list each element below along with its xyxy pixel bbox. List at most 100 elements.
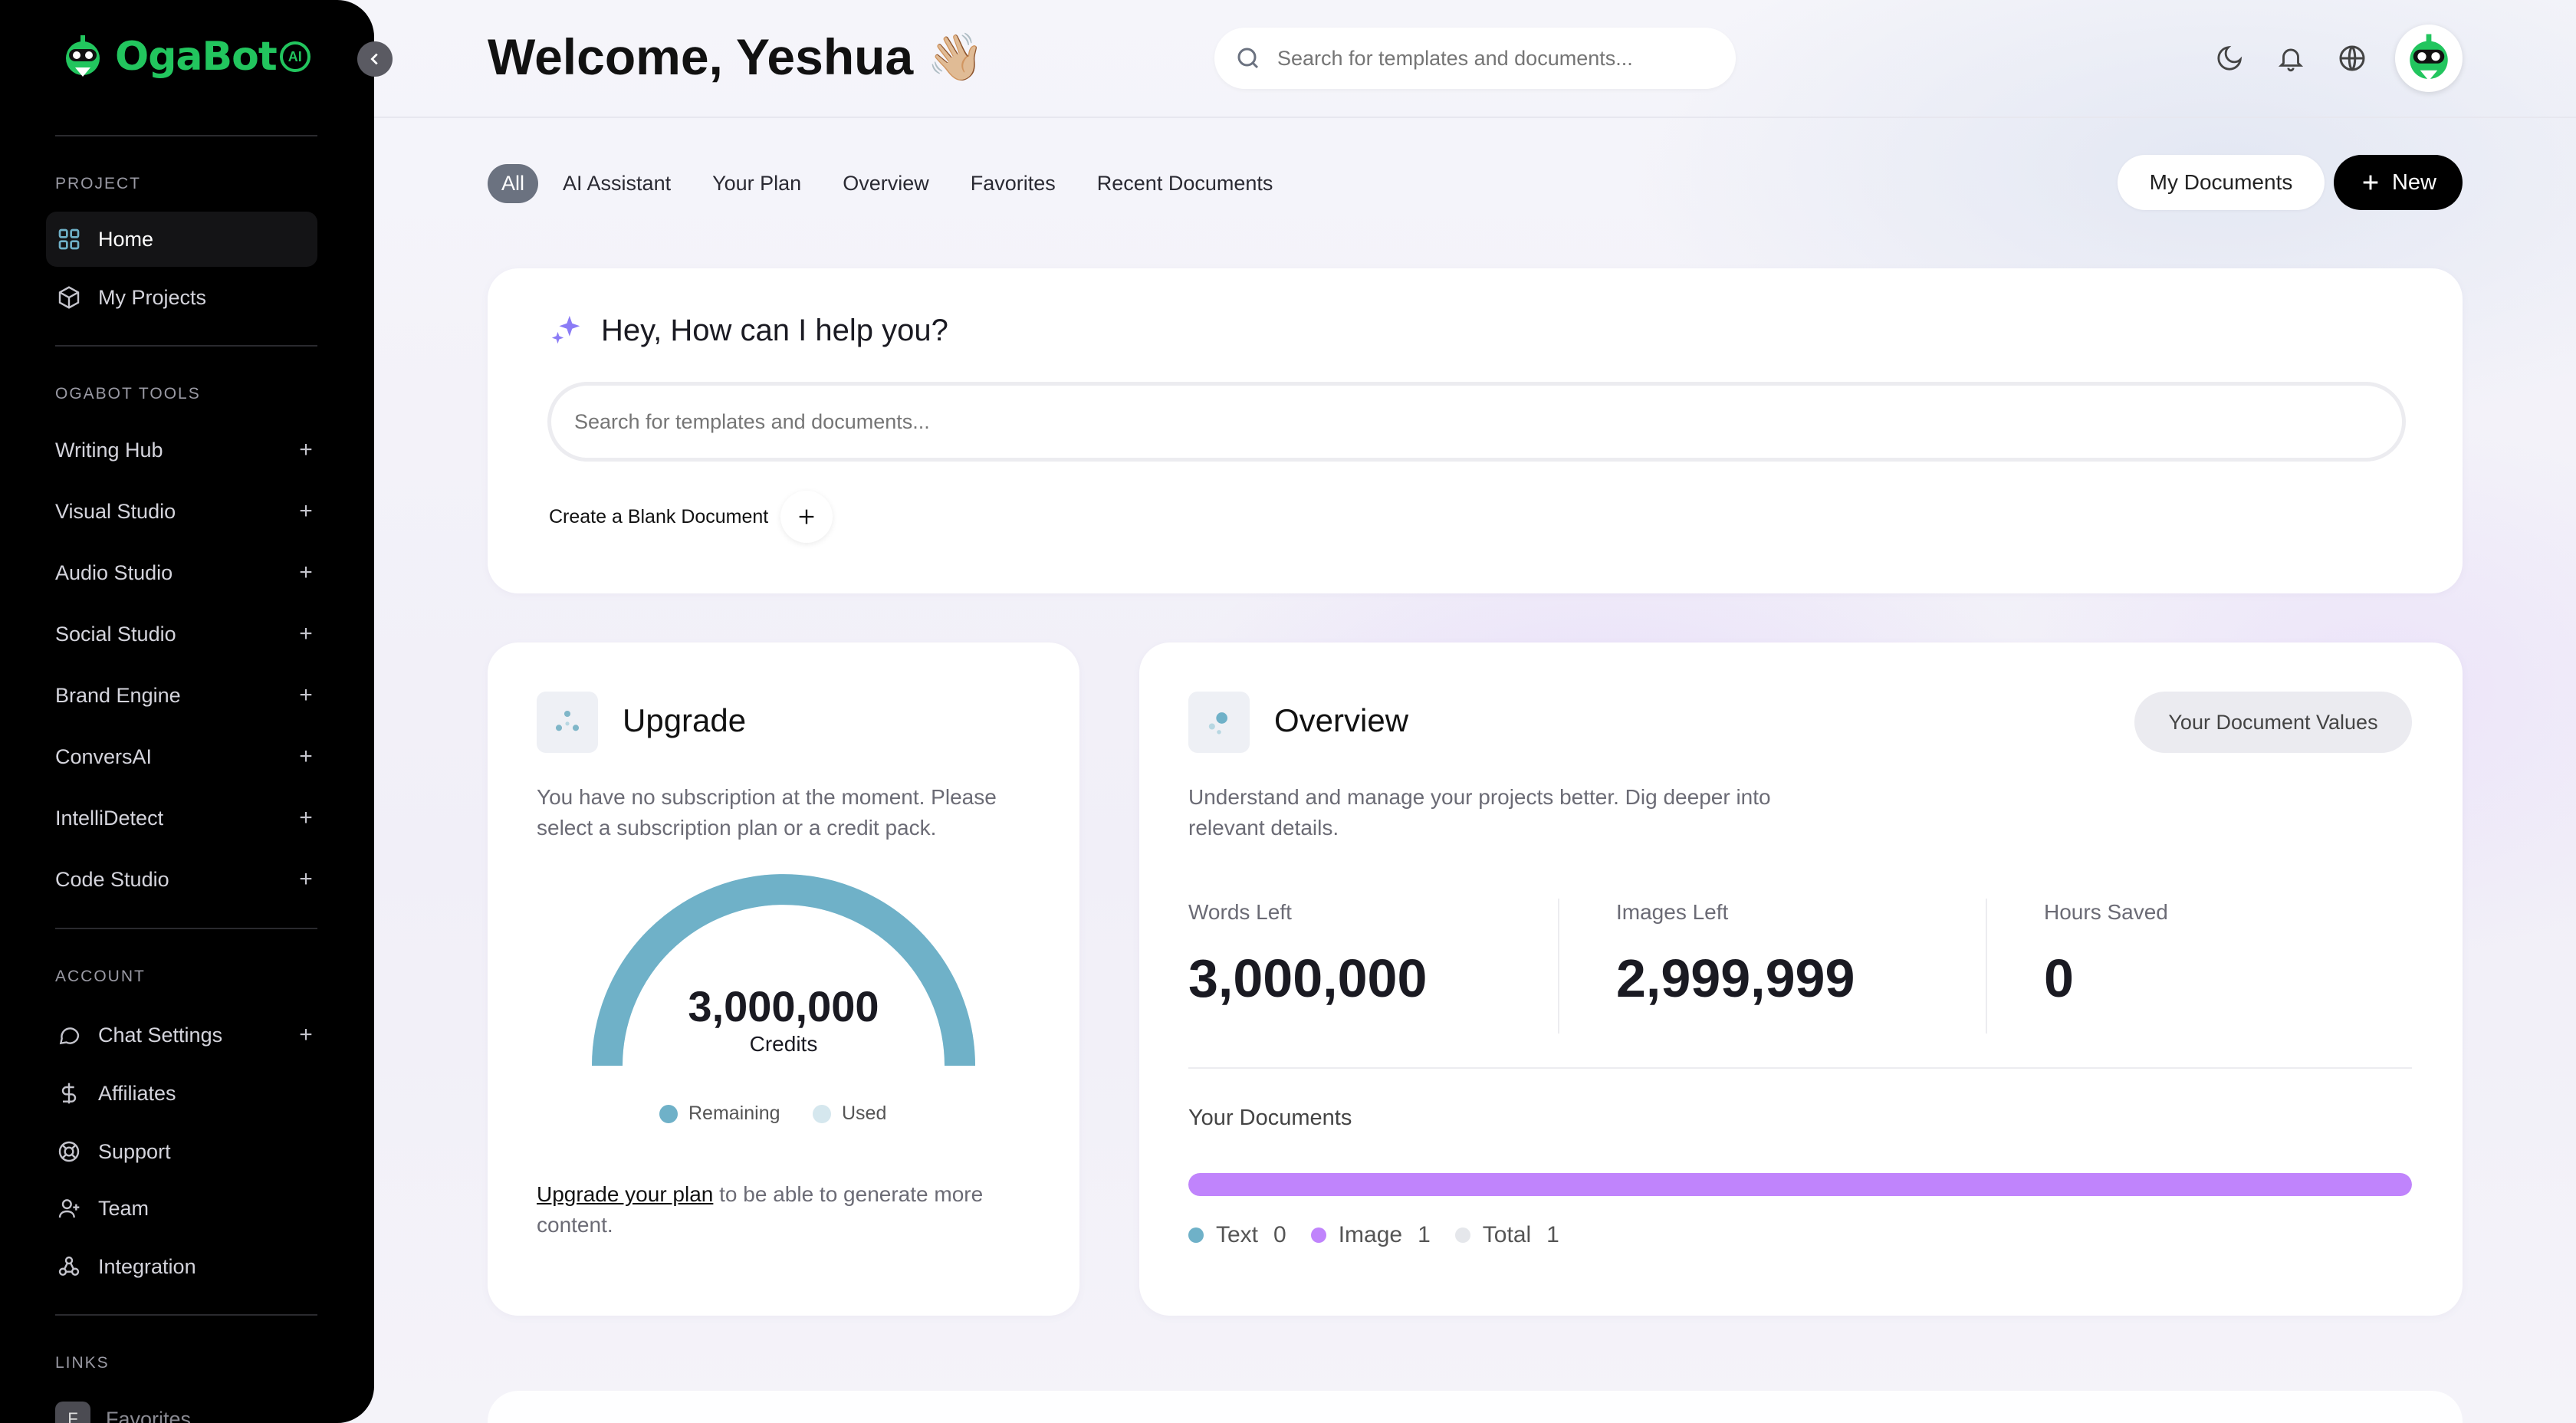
legend-image-count: 1: [1418, 1222, 1431, 1247]
wave-emoji: 👋🏼: [927, 31, 984, 83]
tab-favorites[interactable]: Favorites: [954, 164, 1073, 203]
overview-card: Overview Your Document Values Understand…: [1139, 642, 2463, 1316]
tool-label: Visual Studio: [55, 499, 176, 523]
sparkle-icon: [551, 315, 580, 344]
legend-image: Image 1: [1310, 1222, 1431, 1248]
assistant-search[interactable]: [547, 382, 2406, 462]
legend-text-count: 0: [1273, 1222, 1286, 1247]
create-blank-document-label: Create a Blank Document: [549, 505, 769, 527]
legend-used-label: Used: [842, 1103, 887, 1124]
favorites-badge: F: [55, 1402, 90, 1423]
bubbles-icon: [1208, 712, 1227, 735]
user-plus-icon: [55, 1195, 83, 1222]
plus-icon[interactable]: +: [294, 498, 317, 524]
plus-icon[interactable]: +: [294, 621, 317, 647]
robot-logo-icon: [66, 35, 100, 77]
tool-label: Code Studio: [55, 867, 169, 891]
avatar[interactable]: [2395, 25, 2463, 92]
plus-icon[interactable]: +: [294, 805, 317, 831]
tab-all[interactable]: All: [488, 164, 539, 203]
tool-label: ConversAI: [55, 744, 153, 768]
language-button[interactable]: [2334, 40, 2371, 77]
sidebar-item-support[interactable]: Support: [46, 1124, 317, 1179]
tab-recent-documents[interactable]: Recent Documents: [1080, 164, 1290, 203]
create-blank-document-button[interactable]: [780, 491, 833, 543]
upgrade-note: Upgrade your plan to be able to generate…: [537, 1179, 1058, 1241]
credits-value: 3,000,000: [688, 982, 879, 1030]
assistant-search-input[interactable]: [574, 409, 2338, 434]
sidebar-tool-conversai[interactable]: ConversAI +: [55, 738, 317, 776]
assistant-card: Hey, How can I help you? Create a Blank …: [488, 268, 2463, 593]
page-title: Welcome, Yeshua 👋🏼: [488, 28, 984, 86]
sidebar-tool-intellidetect[interactable]: IntelliDetect +: [55, 799, 317, 837]
sidebar-item-label: Support: [98, 1139, 171, 1163]
sidebar-item-chat-settings[interactable]: Chat Settings +: [46, 1007, 317, 1063]
used-dot: [813, 1104, 831, 1123]
sidebar-tool-social-studio[interactable]: Social Studio +: [55, 615, 317, 653]
bell-icon: [2278, 48, 2304, 72]
legend-total-label: Total: [1482, 1222, 1532, 1247]
sidebar-item-integration[interactable]: Integration: [46, 1239, 317, 1294]
stat-value-images-left: 2,999,999: [1616, 948, 1855, 1008]
upgrade-plan-link[interactable]: Upgrade your plan: [537, 1182, 713, 1206]
logo[interactable]: OgaBot AI: [58, 32, 310, 81]
plus-icon[interactable]: +: [294, 560, 317, 586]
plus-icon[interactable]: +: [294, 866, 317, 892]
tool-label: Audio Studio: [55, 560, 173, 584]
sidebar-tool-writing-hub[interactable]: Writing Hub +: [55, 431, 317, 469]
upgrade-card-icon: [537, 692, 598, 753]
chat-bubble-icon: [55, 1021, 83, 1049]
sidebar-tool-brand-engine[interactable]: Brand Engine +: [55, 676, 317, 715]
plus-icon[interactable]: +: [294, 682, 317, 708]
search-icon: [1237, 48, 1259, 69]
collapse-sidebar-button[interactable]: [357, 41, 393, 77]
tool-label: IntelliDetect: [55, 806, 164, 830]
tab-overview[interactable]: Overview: [826, 164, 946, 203]
create-blank-document[interactable]: Create a Blank Document: [549, 491, 833, 543]
stat-label-images-left: Images Left: [1616, 900, 1729, 924]
sidebar-tool-visual-studio[interactable]: Visual Studio +: [55, 492, 317, 531]
sidebar-item-affiliates[interactable]: Affiliates: [46, 1066, 317, 1121]
plus-icon[interactable]: +: [294, 744, 317, 770]
moon-icon: [2217, 45, 2242, 71]
dollar-icon: [55, 1080, 83, 1107]
sidebar-item-my-projects[interactable]: My Projects: [46, 270, 317, 325]
documents-progress-fill: [1188, 1173, 2412, 1196]
chevron-left-icon: [370, 53, 378, 65]
my-documents-button[interactable]: My Documents: [2118, 155, 2325, 210]
sidebar-tool-code-studio[interactable]: Code Studio +: [55, 860, 317, 899]
header-search-input[interactable]: [1277, 46, 1707, 71]
assistant-title: Hey, How can I help you?: [549, 313, 948, 348]
plus-icon: [799, 509, 814, 524]
filter-tabs: All AI Assistant Your Plan Overview Favo…: [488, 164, 1290, 203]
plus-icon: [2363, 175, 2378, 190]
next-card-partial: [488, 1391, 2463, 1423]
upgrade-card: Upgrade You have no subscription at the …: [488, 642, 1079, 1316]
legend-text-label: Text: [1216, 1222, 1259, 1247]
dark-mode-toggle[interactable]: [2211, 40, 2248, 77]
overview-description: Understand and manage your projects bett…: [1188, 785, 1771, 840]
your-documents-label: Your Documents: [1188, 1106, 1352, 1130]
sidebar-link-favorites[interactable]: F Favorites: [55, 1402, 191, 1423]
tab-ai-assistant[interactable]: AI Assistant: [546, 164, 688, 203]
text-dot: [1188, 1227, 1204, 1243]
new-button[interactable]: New: [2334, 155, 2463, 210]
logo-text: OgaBot: [115, 34, 278, 80]
header-search[interactable]: [1214, 28, 1736, 89]
plus-icon[interactable]: +: [294, 1022, 317, 1048]
document-values-button[interactable]: Your Document Values: [2134, 692, 2412, 753]
sidebar-item-home[interactable]: Home: [46, 212, 317, 267]
sidebar-item-label: My Projects: [98, 285, 207, 309]
sidebar-item-team[interactable]: Team: [46, 1181, 317, 1236]
plus-icon[interactable]: +: [294, 437, 317, 463]
tab-your-plan[interactable]: Your Plan: [695, 164, 818, 203]
sidebar-tool-audio-studio[interactable]: Audio Studio +: [55, 554, 317, 592]
notifications-button[interactable]: [2272, 40, 2309, 77]
stat-divider: [1986, 899, 1987, 1034]
new-button-label: New: [2391, 169, 2436, 195]
legend-total: Total 1: [1454, 1222, 1559, 1248]
logo-ai-badge: AI: [279, 41, 310, 72]
assistant-title-text: Hey, How can I help you?: [601, 313, 948, 347]
sidebar: OgaBot AI PROJECT Home My Projects OGABO…: [0, 0, 374, 1423]
section-label-account: ACCOUNT: [55, 968, 146, 985]
